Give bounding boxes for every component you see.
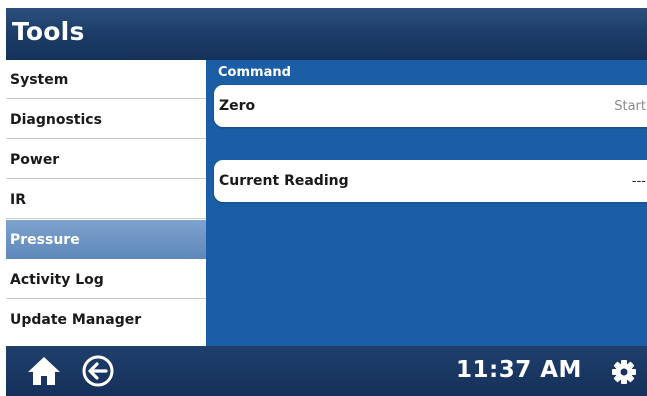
page-title: Tools <box>12 17 85 46</box>
sidebar-item-ir[interactable]: IR <box>6 180 206 219</box>
current-reading-value: --- <box>631 174 646 189</box>
gear-icon[interactable] <box>611 359 637 385</box>
sidebar-item-label: Update Manager <box>10 312 142 328</box>
sidebar-item-pressure[interactable]: Pressure <box>6 220 206 259</box>
sidebar-item-label: Activity Log <box>10 272 104 288</box>
sidebar-item-label: Pressure <box>10 232 80 248</box>
sidebar-item-activity-log[interactable]: Activity Log <box>6 260 206 299</box>
clock-display: 11:37 AM <box>456 357 582 383</box>
sidebar-item-label: IR <box>10 192 26 208</box>
home-icon[interactable] <box>26 355 62 387</box>
current-reading-row: Current Reading --- <box>214 160 647 202</box>
sidebar-item-label: System <box>10 72 69 88</box>
footer-bar: 11:37 AM <box>6 346 647 396</box>
section-heading: Command <box>218 65 291 80</box>
sidebar-item-power[interactable]: Power <box>6 140 206 179</box>
sidebar-item-diagnostics[interactable]: Diagnostics <box>6 100 206 139</box>
zero-start-button[interactable]: Start <box>614 99 646 114</box>
current-reading-label: Current Reading <box>219 173 349 189</box>
sidebar-item-label: Diagnostics <box>10 112 102 128</box>
sidebar-item-update-manager[interactable]: Update Manager <box>6 300 206 346</box>
app-window: Tools System Diagnostics Power IR Pressu… <box>6 8 647 396</box>
main-panel: Command Zero Start Current Reading --- <box>206 60 647 346</box>
zero-label: Zero <box>219 98 256 114</box>
sidebar-item-label: Power <box>10 152 60 168</box>
header-bar: Tools <box>6 8 647 60</box>
sidebar: System Diagnostics Power IR Pressure Act… <box>6 60 206 346</box>
back-arrow-icon[interactable] <box>80 354 116 388</box>
sidebar-item-system[interactable]: System <box>6 60 206 99</box>
zero-row[interactable]: Zero Start <box>214 85 647 127</box>
